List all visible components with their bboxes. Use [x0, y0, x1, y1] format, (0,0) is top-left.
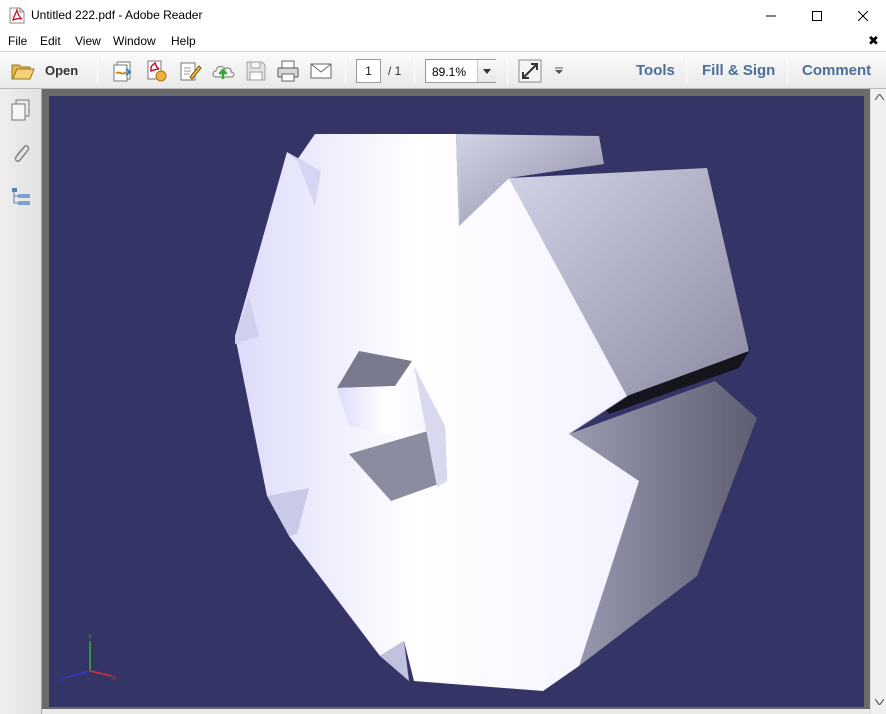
zoom-dropdown-button[interactable] — [477, 60, 496, 82]
menu-file[interactable]: File — [8, 34, 27, 48]
zoom-value: 89.1% — [432, 65, 467, 79]
model-tree-icon[interactable] — [8, 184, 34, 210]
page-number-input[interactable]: 1 — [356, 59, 381, 83]
page-thumbnails-icon[interactable] — [8, 97, 34, 123]
vertical-scrollbar[interactable] — [870, 89, 886, 714]
window-title: Untitled 222.pdf - Adobe Reader — [31, 8, 203, 22]
svg-text:Y: Y — [87, 634, 92, 641]
svg-text:Z: Z — [59, 677, 63, 684]
chevron-down-icon — [874, 699, 884, 705]
scroll-down-button[interactable] — [871, 694, 886, 710]
maximize-button[interactable] — [794, 0, 840, 31]
menu-edit[interactable]: Edit — [40, 34, 61, 48]
toolbar-options-icon[interactable] — [554, 67, 564, 75]
toolbar-divider — [686, 58, 687, 84]
horizontal-scroll-track — [42, 709, 870, 714]
close-icon — [858, 10, 868, 21]
gear-3d-model[interactable]: Y X Z — [49, 96, 864, 707]
attachments-icon[interactable] — [8, 140, 34, 166]
upload-cloud-icon[interactable] — [210, 58, 236, 84]
toolbar-divider — [345, 58, 346, 84]
comment-button[interactable]: Comment — [802, 62, 871, 79]
minimize-icon — [766, 15, 776, 16]
menu-view[interactable]: View — [75, 34, 101, 48]
create-pdf-icon[interactable] — [110, 58, 136, 84]
scroll-up-button[interactable] — [871, 89, 886, 105]
toolbar-divider — [97, 58, 98, 84]
save-icon[interactable] — [243, 58, 269, 84]
toolbar-divider — [507, 58, 508, 84]
menu-bar: File Edit View Window Help ✖ — [0, 31, 886, 51]
close-button[interactable] — [840, 0, 886, 31]
3d-model-view[interactable]: Y X Z — [49, 96, 864, 707]
fullscreen-icon[interactable] — [517, 58, 543, 84]
folder-open-icon[interactable] — [10, 58, 36, 84]
page-total: / 1 — [388, 64, 402, 78]
maximize-icon — [812, 10, 822, 21]
svg-text:X: X — [112, 675, 116, 682]
title-bar: Untitled 222.pdf - Adobe Reader — [0, 0, 886, 31]
navigation-pane — [0, 89, 42, 714]
minimize-button[interactable] — [748, 0, 794, 31]
export-pdf-icon[interactable] — [143, 58, 169, 84]
print-icon[interactable] — [275, 58, 301, 84]
pdf-file-icon — [9, 7, 25, 24]
axis-triad: Y X Z — [59, 634, 116, 684]
email-icon[interactable] — [308, 58, 334, 84]
menu-help[interactable]: Help — [171, 34, 196, 48]
tools-button[interactable]: Tools — [636, 62, 675, 79]
fill-sign-button[interactable]: Fill & Sign — [702, 62, 775, 79]
toolbar-divider — [414, 58, 415, 84]
chevron-up-icon — [874, 94, 884, 100]
menu-window[interactable]: Window — [113, 34, 156, 48]
toolbar: Open 1 / 1 89.1% Tools Fill & Sign Comme… — [0, 51, 886, 89]
toolbar-divider — [787, 58, 788, 84]
chevron-down-icon — [483, 68, 491, 74]
close-document-icon[interactable]: ✖ — [868, 33, 879, 49]
zoom-select[interactable]: 89.1% — [425, 59, 496, 83]
edit-pdf-icon[interactable] — [177, 58, 203, 84]
open-button[interactable]: Open — [45, 63, 78, 78]
